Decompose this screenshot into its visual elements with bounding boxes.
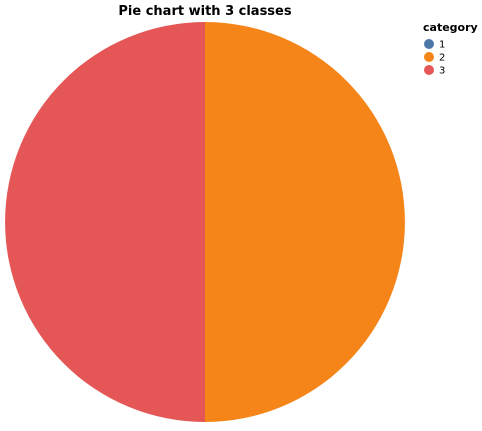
pie-slices [5,22,405,422]
legend-symbol-1 [424,39,434,49]
legend-title: category [423,21,478,34]
legend: category 1 2 3 [423,21,478,77]
legend-items: 1 2 3 [424,39,445,77]
chart-canvas: Pie chart with 3 classes category 1 2 3 [5,4,478,422]
legend-label-1: 1 [439,40,445,51]
pie-slice-3 [5,22,205,422]
legend-symbol-2 [424,52,434,62]
legend-label-3: 3 [439,66,445,77]
chart-title: Pie chart with 3 classes [118,4,291,19]
pie-chart: Pie chart with 3 classes category 1 2 3 [0,0,482,427]
pie-slice-2 [205,22,405,422]
legend-symbol-3 [424,65,434,75]
legend-label-2: 2 [439,53,445,64]
